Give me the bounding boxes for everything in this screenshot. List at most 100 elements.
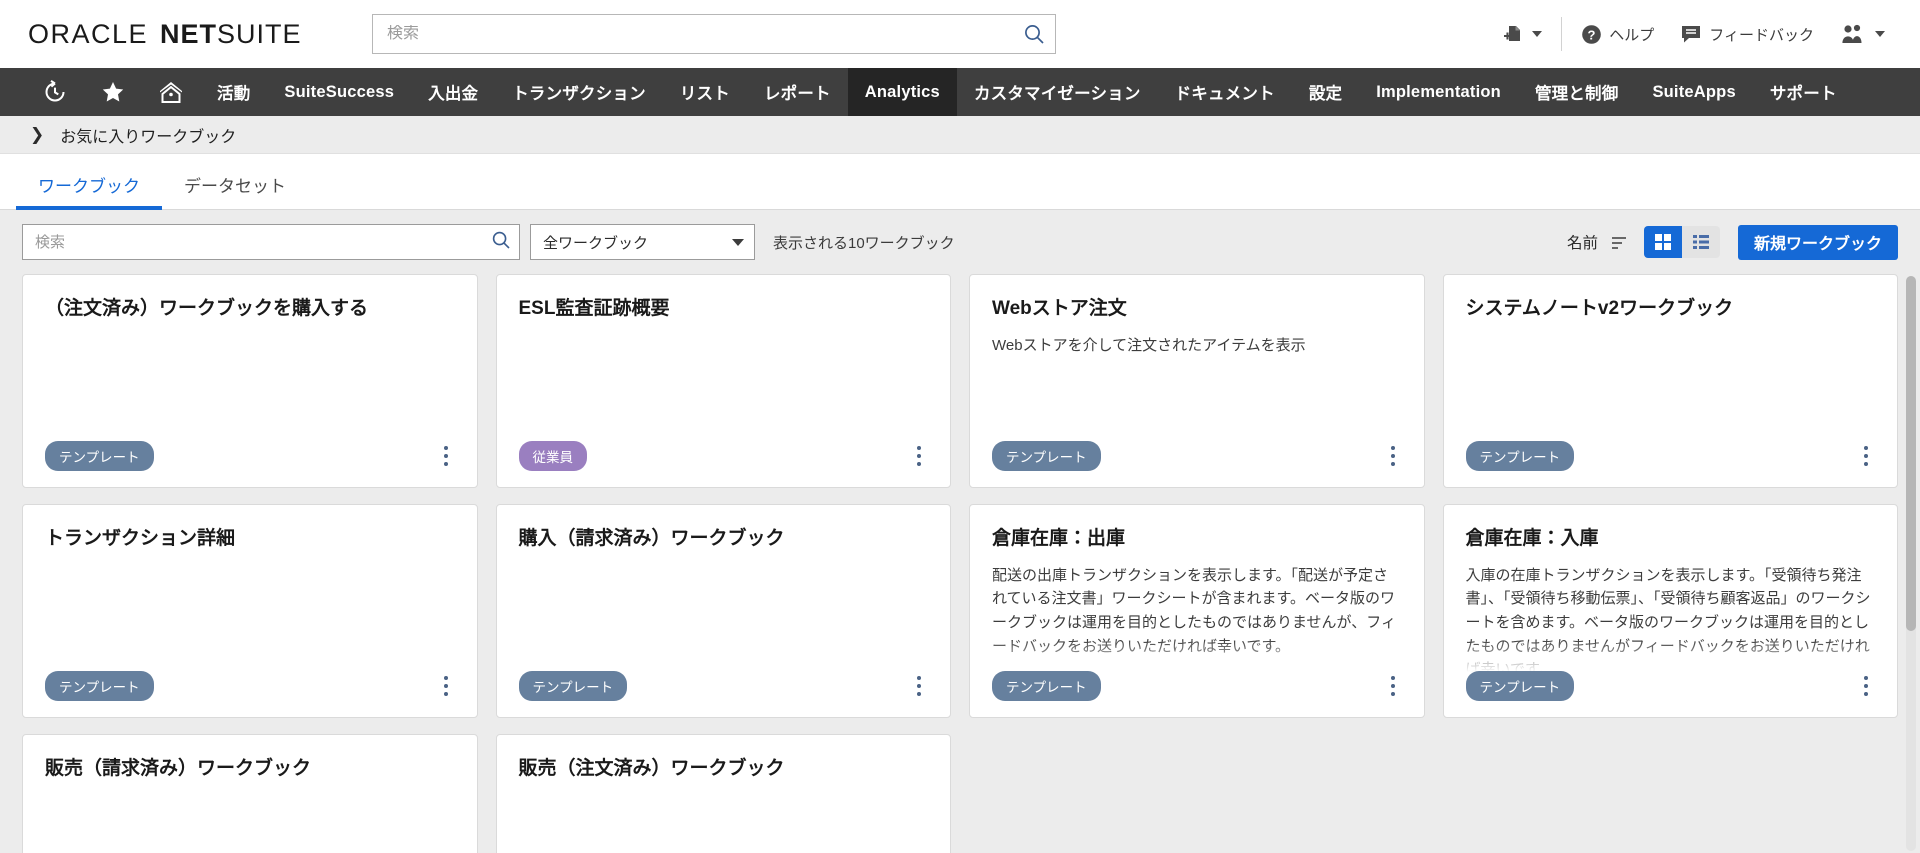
workbook-search-input[interactable] bbox=[35, 234, 491, 251]
workbook-card[interactable]: 倉庫在庫：入庫 入庫の在庫トランザクションを表示します。「受領待ち発注書」、「受… bbox=[1443, 504, 1899, 718]
global-search-input[interactable] bbox=[387, 25, 1023, 43]
breadcrumb-favorite-workbooks[interactable]: お気に入りワークブック bbox=[60, 123, 236, 147]
view-mode-toggle bbox=[1644, 226, 1720, 258]
workbook-card-description bbox=[519, 334, 929, 442]
user-group-icon bbox=[1840, 23, 1866, 45]
nav-item-lists[interactable]: リスト bbox=[663, 68, 747, 116]
help-icon: ? bbox=[1581, 24, 1602, 45]
list-view-icon bbox=[1691, 232, 1711, 252]
workbook-card[interactable]: 倉庫在庫：出庫 配送の出庫トランザクションを表示します。「配送が予定されている注… bbox=[969, 504, 1425, 718]
workbook-card-menu-button[interactable] bbox=[1380, 671, 1406, 701]
nav-item-payments[interactable]: 入出金 bbox=[411, 68, 495, 116]
search-icon[interactable] bbox=[1023, 23, 1045, 45]
top-header: ORACLE NET SUITE ? ヘルプ bbox=[0, 0, 1920, 68]
workbook-card-title: （注文済み）ワークブックを購入する bbox=[45, 297, 455, 322]
grid-scrollbar-thumb[interactable] bbox=[1906, 276, 1916, 631]
nav-item-implementation[interactable]: Implementation bbox=[1359, 68, 1518, 116]
workbook-card-title: 倉庫在庫：出庫 bbox=[992, 527, 1402, 552]
workbook-card-menu-button[interactable] bbox=[1853, 671, 1879, 701]
workbook-card-footer: テンプレート bbox=[992, 441, 1406, 471]
nav-item-suitesuccess[interactable]: SuiteSuccess bbox=[267, 68, 411, 116]
workbook-card-footer: テンプレート bbox=[45, 671, 459, 701]
workbook-card-badge: テンプレート bbox=[992, 671, 1101, 701]
nav-item-analytics[interactable]: Analytics bbox=[848, 68, 957, 116]
grid-view-button[interactable] bbox=[1644, 226, 1682, 258]
workbook-card-badge: テンプレート bbox=[45, 671, 154, 701]
workbook-card-badge: テンプレート bbox=[45, 441, 154, 471]
toolbar-right-actions: 名前 bbox=[1567, 210, 1898, 274]
workbook-card-badge: テンプレート bbox=[519, 671, 628, 701]
nav-item-activities[interactable]: 活動 bbox=[200, 68, 267, 116]
workbook-card[interactable]: Webストア注文 Webストアを介して注文されたアイテムを表示 テンプレート bbox=[969, 274, 1425, 488]
chevron-right-icon[interactable]: ❯ bbox=[30, 126, 44, 143]
main-navigation: 活動 SuiteSuccess 入出金 トランザクション リスト レポート An… bbox=[0, 68, 1920, 116]
workbook-card-title: ESL監査証跡概要 bbox=[519, 297, 929, 322]
sort-by-name-label[interactable]: 名前 bbox=[1567, 231, 1598, 253]
workbook-card-footer: テンプレート bbox=[1466, 671, 1880, 701]
workbook-filter-value: 全ワークブック bbox=[543, 232, 648, 253]
workbook-card-menu-button[interactable] bbox=[906, 441, 932, 471]
workbook-card-footer: テンプレート bbox=[1466, 441, 1880, 471]
global-search[interactable] bbox=[372, 14, 1056, 54]
help-button[interactable]: ? ヘルプ bbox=[1568, 14, 1667, 54]
oracle-netsuite-logo[interactable]: ORACLE NET SUITE bbox=[28, 19, 302, 50]
workbooks-grid-container: （注文済み）ワークブックを購入する テンプレート ESL監査証跡概要 従業員 W… bbox=[0, 274, 1920, 853]
recent-records-icon[interactable] bbox=[26, 68, 84, 116]
sort-ascending-icon[interactable] bbox=[1608, 232, 1630, 252]
workbook-card[interactable]: ESL監査証跡概要 従業員 bbox=[496, 274, 952, 488]
workbook-card-menu-button[interactable] bbox=[433, 671, 459, 701]
tab-datasets[interactable]: データセット bbox=[162, 172, 308, 209]
nav-item-support[interactable]: サポート bbox=[1753, 68, 1854, 116]
logo-suite-text: SUITE bbox=[217, 19, 302, 50]
workbook-card-badge: テンプレート bbox=[1466, 441, 1575, 471]
create-new-icon bbox=[1501, 23, 1523, 45]
workbook-card[interactable]: 購入（請求済み）ワークブック テンプレート bbox=[496, 504, 952, 718]
workbook-card-description bbox=[45, 794, 455, 853]
header-actions: ? ヘルプ フィードバック bbox=[1488, 0, 1898, 68]
chevron-down-icon bbox=[1875, 31, 1885, 37]
workbook-card[interactable]: システムノートv2ワークブック テンプレート bbox=[1443, 274, 1899, 488]
nav-item-suiteapps[interactable]: SuiteApps bbox=[1635, 68, 1752, 116]
workbook-card-footer: テンプレート bbox=[45, 441, 459, 471]
new-workbook-button[interactable]: 新規ワークブック bbox=[1738, 225, 1898, 260]
workbook-card[interactable]: 販売（注文済み）ワークブック テンプレート bbox=[496, 734, 952, 853]
workbook-card-menu-button[interactable] bbox=[906, 671, 932, 701]
workbook-count-label: 表示される10ワークブック bbox=[773, 232, 955, 253]
create-new-button[interactable] bbox=[1488, 14, 1555, 54]
header-divider bbox=[1561, 17, 1562, 51]
workbooks-toolbar: 全ワークブック 表示される10ワークブック 名前 bbox=[0, 210, 1920, 274]
workbook-card-description: Webストアを介して注文されたアイテムを表示 bbox=[992, 334, 1402, 442]
workbook-card[interactable]: （注文済み）ワークブックを購入する テンプレート bbox=[22, 274, 478, 488]
search-icon[interactable] bbox=[491, 230, 511, 255]
workbook-card-menu-button[interactable] bbox=[1380, 441, 1406, 471]
workbook-card-badge: テンプレート bbox=[992, 441, 1101, 471]
workbook-card-description: 配送の出庫トランザクションを表示します。「配送が予定されている注文書」ワークシー… bbox=[992, 564, 1402, 672]
grid-scrollbar-track[interactable] bbox=[1906, 276, 1916, 851]
workbook-search[interactable] bbox=[22, 224, 520, 260]
workbooks-content: 全ワークブック 表示される10ワークブック 名前 bbox=[0, 210, 1920, 853]
nav-item-setup[interactable]: 設定 bbox=[1292, 68, 1359, 116]
nav-item-transactions[interactable]: トランザクション bbox=[495, 68, 663, 116]
workbook-card[interactable]: トランザクション詳細 テンプレート bbox=[22, 504, 478, 718]
home-icon[interactable] bbox=[142, 68, 200, 116]
nav-item-customization[interactable]: カスタマイゼーション bbox=[957, 68, 1158, 116]
favorites-star-icon[interactable] bbox=[84, 68, 142, 116]
tab-workbooks[interactable]: ワークブック bbox=[16, 172, 162, 209]
feedback-button[interactable]: フィードバック bbox=[1667, 14, 1827, 54]
workbook-filter-select[interactable]: 全ワークブック bbox=[530, 224, 755, 260]
workbook-card[interactable]: 販売（請求済み）ワークブック テンプレート bbox=[22, 734, 478, 853]
workbook-card-description bbox=[519, 564, 929, 672]
feedback-label: フィードバック bbox=[1709, 24, 1814, 45]
logo-net-text: NET bbox=[160, 19, 217, 50]
chevron-down-icon bbox=[1532, 31, 1542, 37]
nav-item-reports[interactable]: レポート bbox=[747, 68, 848, 116]
workbook-card-title: 販売（注文済み）ワークブック bbox=[519, 757, 929, 782]
workbook-card-description bbox=[45, 334, 455, 442]
user-menu-button[interactable] bbox=[1827, 14, 1898, 54]
chevron-down-icon bbox=[732, 239, 744, 246]
nav-item-documents[interactable]: ドキュメント bbox=[1158, 68, 1292, 116]
workbook-card-menu-button[interactable] bbox=[1853, 441, 1879, 471]
nav-item-admin-control[interactable]: 管理と制御 bbox=[1518, 68, 1636, 116]
list-view-button[interactable] bbox=[1682, 226, 1720, 258]
workbook-card-menu-button[interactable] bbox=[433, 441, 459, 471]
